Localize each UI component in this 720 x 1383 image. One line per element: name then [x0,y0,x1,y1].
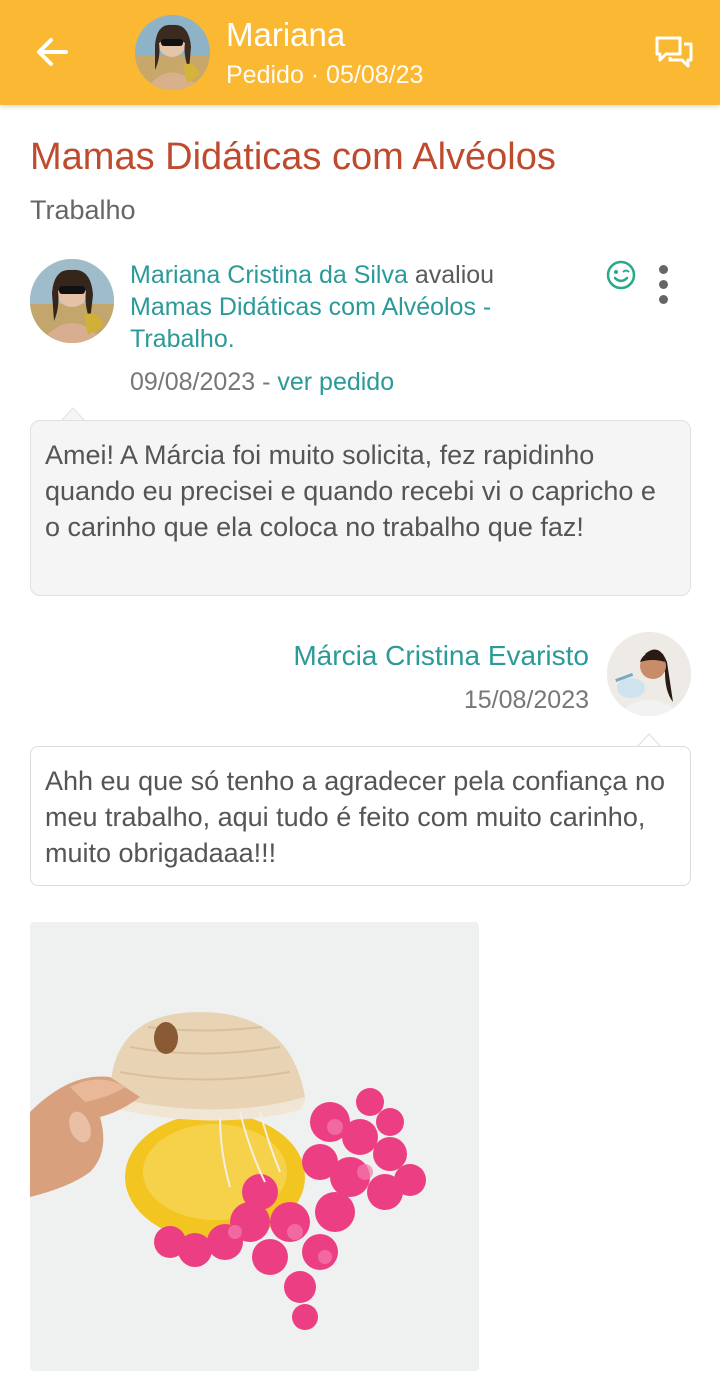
more-options-icon[interactable] [655,265,671,313]
product-link[interactable]: Mamas Didáticas com Alvéolos - Trabalho [130,293,491,353]
product-category: Trabalho [30,195,136,225]
reply-text: Ahh eu que só tenho a agradecer pela con… [30,746,691,886]
reviewer-name-link[interactable]: Mariana Cristina da Silva [130,261,408,289]
header-subtitle: Pedido · 05/08/23 [226,61,424,89]
review-date-separator: - [262,368,271,396]
back-arrow-icon[interactable] [32,32,72,72]
review-action: avaliou [414,261,495,289]
product-photo[interactable] [30,922,479,1371]
review-date: 09/08/2023 [130,368,256,396]
reply-date: 15/08/2023 [463,686,589,714]
review-text: Amei! A Márcia foi muito solicita, fez r… [30,420,691,596]
view-order-link[interactable]: ver pedido [277,368,394,396]
review-header: Mariana Cristina da Silva avaliou Mamas … [130,259,570,355]
smile-icon [605,259,637,291]
product-link-period: . [227,325,235,353]
reviewer-avatar[interactable] [30,259,114,343]
seller-name[interactable]: Márcia Cristina Evaristo [293,640,589,672]
header-name: Mariana [226,16,346,53]
seller-avatar[interactable] [607,632,691,716]
buyer-avatar[interactable] [135,15,210,90]
product-title: Mamas Didáticas com Alvéolos [30,136,556,178]
chat-icon[interactable] [654,34,694,70]
app-bar: Mariana Pedido · 05/08/23 [0,0,720,105]
review-date-line: 09/08/2023 - ver pedido [130,368,394,397]
